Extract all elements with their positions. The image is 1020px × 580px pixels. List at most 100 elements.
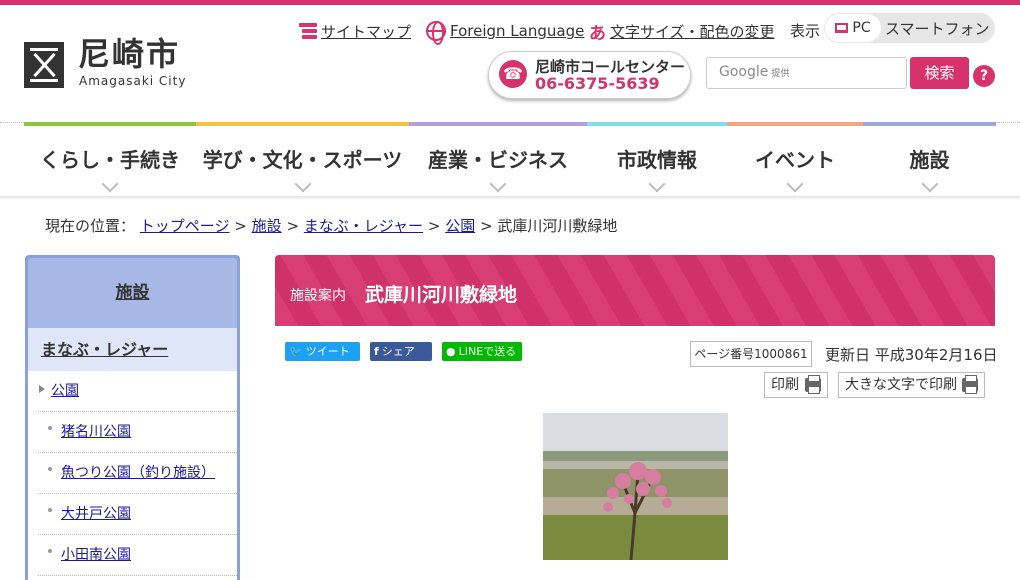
search-input[interactable]: Google 提供 [706, 57, 907, 89]
sidebar-item-parks: 公園 [38, 371, 237, 412]
print-large-label: 大きな文字で印刷 [845, 377, 957, 393]
nav-color-bar [409, 122, 587, 126]
print-button[interactable]: 印刷 [764, 372, 828, 398]
chevron-down-icon [101, 175, 119, 193]
breadcrumb-link[interactable]: トップページ [140, 217, 230, 235]
tweet-button[interactable]: 🐦 ツイート [285, 342, 360, 361]
breadcrumb: 現在の位置： トップページ > 施設 > まなぶ・レジャー > 公園 > 武庫川… [45, 215, 617, 236]
nav-label: 市政情報 [617, 148, 697, 172]
print-label: 印刷 [771, 377, 799, 393]
nav-color-bar [727, 122, 863, 126]
sidebar-link[interactable]: 公園 [51, 383, 79, 399]
facebook-icon: f [374, 345, 379, 358]
facebook-share-button[interactable]: f シェア [370, 342, 432, 361]
site-logo[interactable]: 尼崎市 Amagasaki City [24, 36, 194, 92]
nav-color-bar [863, 122, 996, 126]
breadcrumb-link[interactable]: 公園 [445, 217, 475, 235]
call-center-button[interactable]: ☎ 尼崎市コールセンター 06-6375-5639 [488, 51, 691, 99]
nav-item-facilities[interactable]: 施設 [863, 122, 996, 196]
twitter-icon: 🐦 [289, 345, 303, 358]
sidebar: 施設 まなぶ・レジャー 公園 猪名川公園 魚つり公園（釣り施設） 大井戸公園 小… [25, 255, 240, 580]
sidebar-subtitle: まなぶ・レジャー [28, 328, 237, 371]
sidebar-link[interactable]: 魚つり公園（釣り施設） [61, 465, 215, 481]
sidebar-link[interactable]: 小田南公園 [61, 547, 131, 563]
nav-label: くらし・手続き [40, 148, 180, 172]
font-size-color-link[interactable]: あ 文字サイズ・配色の変更 [589, 20, 775, 44]
share-label: シェア [381, 345, 415, 358]
sidebar-item: 小田南公園 [38, 535, 237, 576]
nav-item-events[interactable]: イベント [727, 122, 863, 196]
breadcrumb-prefix: 現在の位置： [45, 217, 136, 235]
printer-icon [805, 375, 821, 394]
foreign-language-label[interactable]: Foreign Language [450, 22, 584, 40]
nav-item-life[interactable]: くらし・手続き [24, 122, 196, 196]
sitemap-link[interactable]: サイトマップ [299, 20, 411, 42]
top-accent-bar [0, 0, 1020, 5]
display-smartphone-button[interactable]: スマートフォン [885, 18, 990, 39]
display-pc-button[interactable]: PC [825, 14, 881, 42]
chevron-down-icon [489, 175, 507, 193]
globe-icon [426, 21, 446, 45]
updated-date: 更新日 平成30年2月16日 [825, 346, 998, 364]
help-icon[interactable]: ? [973, 65, 995, 87]
breadcrumb-separator: > [427, 217, 441, 235]
breadcrumb-link[interactable]: 施設 [252, 217, 282, 235]
display-label: 表示 [790, 22, 821, 40]
phone-icon: ☎ [499, 60, 527, 88]
search-provided-label: 提供 [771, 69, 790, 79]
sidebar-item: 大井戸公園 [38, 494, 237, 535]
laptop-icon [835, 23, 849, 33]
nav-item-business[interactable]: 産業・ビジネス [409, 122, 587, 196]
line-icon: ● [446, 345, 456, 358]
city-emblem-icon [24, 42, 64, 88]
sidebar-link[interactable]: 猪名川公園 [61, 424, 131, 440]
sidebar-link[interactable]: 大井戸公園 [61, 506, 131, 522]
sidebar-item: 猪名川公園 [38, 412, 237, 453]
sitemap-icon [299, 23, 317, 39]
nav-label: 学び・文化・スポーツ [202, 148, 403, 172]
tweet-label: ツイート [305, 345, 350, 358]
chevron-down-icon [786, 175, 804, 193]
nav-label: イベント [755, 148, 835, 172]
breadcrumb-separator: > [234, 217, 247, 235]
sidebar-subtitle-link[interactable]: まなぶ・レジャー [41, 340, 168, 359]
nav-label: 施設 [909, 148, 950, 172]
display-pc-label: PC [852, 20, 871, 36]
line-share-button[interactable]: ● LINEで送る [442, 342, 522, 361]
foreign-language-link[interactable]: Foreign Language [426, 20, 584, 45]
display-mode-toggle[interactable]: PC スマートフォン [824, 13, 995, 43]
sidebar-list: 公園 猪名川公園 魚つり公園（釣り施設） 大井戸公園 小田南公園 [28, 371, 237, 580]
sidebar-title: 施設 [28, 258, 237, 328]
chevron-down-icon [648, 175, 666, 193]
page-header: 施設案内 武庫川河川敷緑地 [275, 255, 995, 326]
google-logo: Google 提供 [719, 64, 790, 80]
print-large-button[interactable]: 大きな文字で印刷 [838, 372, 985, 398]
sidebar-title-link[interactable]: 施設 [116, 283, 150, 303]
breadcrumb-link[interactable]: まなぶ・レジャー [304, 217, 423, 235]
nav-item-city-info[interactable]: 市政情報 [587, 122, 727, 196]
font-size-icon: あ [589, 23, 606, 44]
nav-color-bar [24, 122, 196, 126]
nav-color-bar [196, 122, 409, 126]
font-size-color-label[interactable]: 文字サイズ・配色の変更 [610, 21, 775, 42]
page-title: 武庫川河川敷緑地 [365, 284, 518, 306]
call-center-tel: 06-6375-5639 [535, 74, 660, 93]
page-number: ページ番号1000861 [690, 341, 812, 367]
logo-japanese: 尼崎市 [78, 35, 181, 73]
sidebar-item: 魚つり公園（釣り施設） [38, 453, 237, 494]
line-label: LINEで送る [458, 345, 517, 358]
nav-label: 産業・ビジネス [428, 148, 568, 172]
nav-color-bar [587, 122, 727, 126]
park-photo [543, 413, 728, 560]
breadcrumb-current: 武庫川河川敷緑地 [497, 217, 618, 235]
page-category: 施設案内 [290, 288, 346, 304]
global-navigation: くらし・手続き 学び・文化・スポーツ 産業・ビジネス 市政情報 イベント 施設 [24, 122, 996, 196]
search-button[interactable]: 検索 [910, 57, 969, 89]
breadcrumb-separator: > [286, 217, 300, 235]
nav-shadow [0, 196, 1020, 200]
breadcrumb-separator: > [480, 217, 493, 235]
sitemap-label[interactable]: サイトマップ [321, 21, 411, 42]
chevron-down-icon [294, 175, 311, 193]
printer-icon [962, 375, 978, 394]
nav-item-learning[interactable]: 学び・文化・スポーツ [196, 122, 409, 196]
